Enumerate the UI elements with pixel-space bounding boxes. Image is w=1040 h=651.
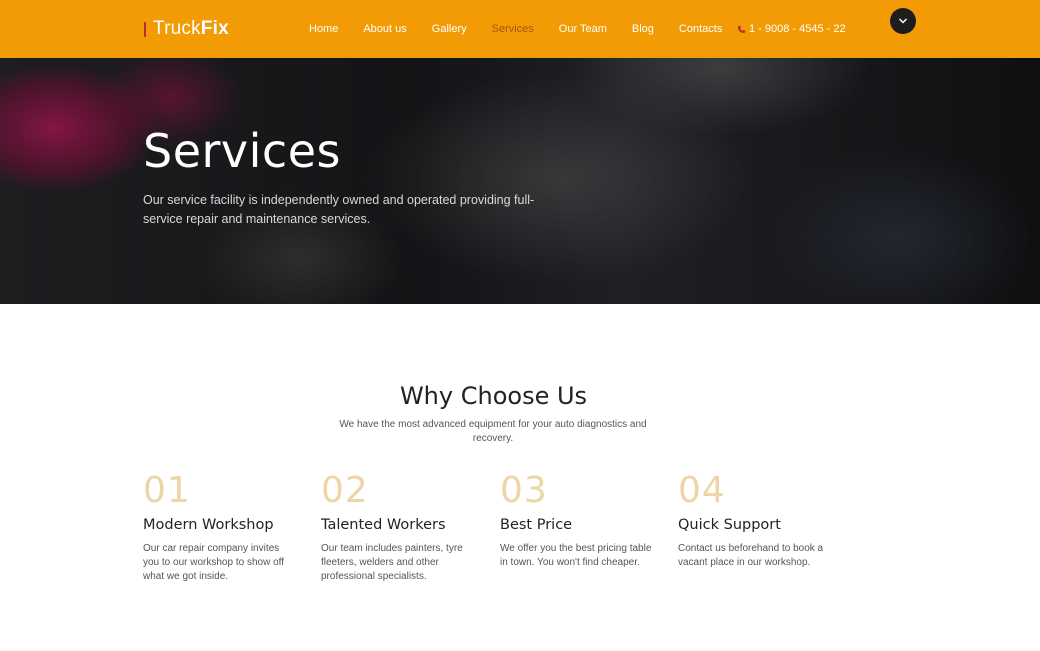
nav-home[interactable]: Home [309, 23, 338, 35]
page-title: Services [143, 124, 341, 178]
menu-toggle-button[interactable] [890, 8, 916, 34]
phone-icon [737, 25, 746, 33]
hero-banner: Services Our service facility is indepen… [0, 58, 1040, 304]
feature-text: Contact us beforehand to book a vacant p… [678, 543, 824, 568]
feature-item: 01 Modern Workshop Our car repair compan… [143, 472, 303, 584]
feature-number: 01 [143, 470, 191, 511]
phone-text: 1 - 9008 - 4545 - 22 [749, 23, 846, 35]
nav-blog[interactable]: Blog [632, 23, 654, 35]
feature-item: 04 Quick Support Contact us beforehand t… [678, 472, 838, 570]
nav-services[interactable]: Services [492, 23, 534, 35]
nav-our-team[interactable]: Our Team [559, 23, 607, 35]
nav-gallery[interactable]: Gallery [432, 23, 467, 35]
logo[interactable]: Truck Fix [144, 18, 229, 40]
feature-title: Modern Workshop [143, 517, 274, 533]
main-nav: Home About us Gallery Services Our Team … [309, 23, 747, 35]
section-title: Why Choose Us [399, 382, 588, 410]
feature-title: Best Price [500, 517, 573, 533]
nav-about-us[interactable]: About us [363, 23, 406, 35]
nav-contacts[interactable]: Contacts [679, 23, 722, 35]
feature-number: 04 [678, 470, 726, 511]
feature-text: Our team includes painters, tyre fleeter… [321, 543, 463, 582]
logo-text-truck: Truck [153, 18, 201, 39]
logo-bar [144, 21, 146, 37]
logo-text-fix: Fix [200, 18, 229, 39]
feature-item: 02 Talented Workers Our team includes pa… [321, 472, 481, 584]
phone-number[interactable]: 1 - 9008 - 4545 - 22 [737, 23, 846, 35]
section-subtitle: We have the most advanced equipment for … [339, 419, 647, 444]
feature-number: 03 [500, 470, 548, 511]
feature-text: Our car repair company invites you to ou… [143, 543, 285, 582]
feature-item: 03 Best Price We offer you the best pric… [500, 472, 660, 570]
hero-description: Our service facility is independently ow… [143, 193, 535, 226]
feature-text: We offer you the best pricing table in t… [500, 543, 652, 568]
chevron-down-icon [898, 18, 908, 24]
feature-title: Talented Workers [321, 517, 446, 533]
feature-number: 02 [321, 470, 369, 511]
site-header: Truck Fix Home About us Gallery Services … [0, 0, 1040, 58]
feature-title: Quick Support [678, 517, 781, 533]
hero-overlay [0, 58, 1040, 304]
